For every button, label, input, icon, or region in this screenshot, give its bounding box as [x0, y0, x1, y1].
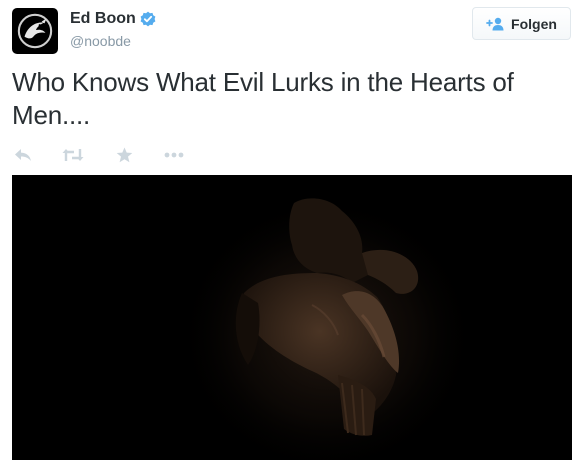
- name-row: Ed Boon: [70, 10, 156, 28]
- add-user-icon: [486, 17, 504, 30]
- retweet-button[interactable]: [61, 144, 85, 166]
- user-fullname[interactable]: Ed Boon: [70, 10, 136, 28]
- favorite-button[interactable]: [115, 144, 133, 166]
- tweet-text: Who Knows What Evil Lurks in the Hearts …: [12, 67, 514, 130]
- dragon-logo-icon: [17, 13, 53, 49]
- follow-button-label: Folgen: [511, 15, 557, 32]
- verified-badge-icon: [140, 11, 156, 27]
- retweet-icon: [62, 149, 84, 161]
- star-icon: [116, 147, 132, 163]
- dark-character-image: [12, 175, 572, 460]
- tweet-card: Ed Boon @noobde Folgen Who Knows What Ev…: [0, 0, 583, 475]
- avatar[interactable]: [12, 8, 58, 54]
- tweet-actions: [12, 144, 185, 166]
- follow-button[interactable]: Folgen: [472, 7, 571, 40]
- reply-button[interactable]: [12, 144, 34, 166]
- more-button[interactable]: [163, 144, 185, 166]
- reply-icon: [15, 149, 31, 161]
- user-handle[interactable]: @noobde: [70, 33, 131, 49]
- more-icon: [164, 152, 184, 158]
- tweet-media[interactable]: [12, 175, 572, 460]
